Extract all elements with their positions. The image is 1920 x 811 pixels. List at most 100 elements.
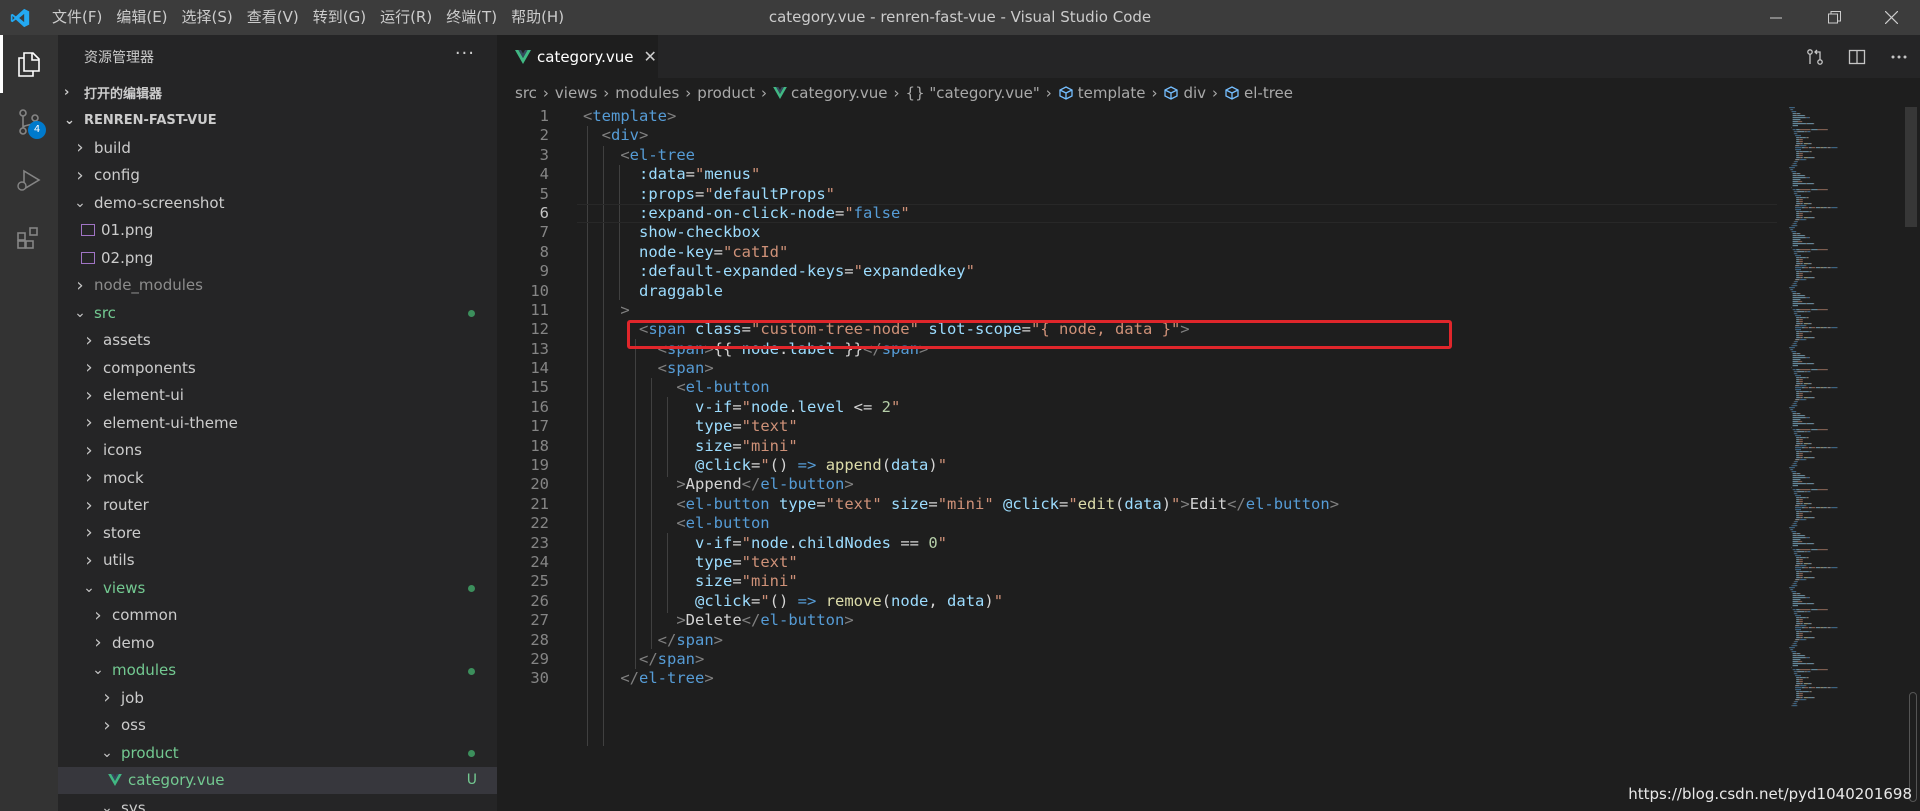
tree-item[interactable]: › job (58, 684, 497, 712)
code-line[interactable]: 9 :default-expanded-keys="expandedkey" (497, 262, 1777, 281)
chevron-right-icon: › (85, 384, 93, 406)
tree-item[interactable]: › demo (58, 629, 497, 657)
tree-item[interactable]: ⌄ src (58, 299, 497, 327)
tree-item[interactable]: › element-ui (58, 382, 497, 410)
minimap-line (1799, 197, 1803, 199)
tree-item[interactable]: › oss (58, 712, 497, 740)
tree-item[interactable]: › node_modules (58, 272, 497, 300)
tree-item[interactable]: ⌄ modules (58, 657, 497, 685)
extensions-button[interactable] (0, 209, 58, 267)
menu-item[interactable]: 终端(T) (446, 0, 497, 35)
restore-button[interactable] (1805, 0, 1863, 35)
code-line[interactable]: 22 <el-button (497, 514, 1777, 533)
code-line[interactable]: 30 </el-tree> (497, 669, 1777, 688)
breadcrumb-item[interactable]: product (697, 84, 755, 102)
line-number: 14 (530, 359, 549, 378)
code-line[interactable]: 24 type="text" (497, 553, 1777, 572)
tree-item[interactable]: ⌄ views (58, 574, 497, 602)
tree-item[interactable]: › assets (58, 327, 497, 355)
minimap-line (1796, 557, 1799, 559)
tab-category-vue[interactable]: category.vue ✕ (497, 35, 658, 78)
tree-item-label: demo-screenshot (94, 193, 225, 212)
tree-item[interactable]: › utils (58, 547, 497, 575)
tree-item[interactable]: category.vue U (58, 766, 497, 794)
code-line[interactable]: 1 <template> (497, 107, 1777, 126)
code-line[interactable]: 14 <span> (497, 359, 1777, 378)
code-line[interactable]: 3 <el-tree (497, 146, 1777, 165)
tree-item[interactable]: › store (58, 519, 497, 547)
code-line[interactable]: 7 show-checkbox (497, 223, 1777, 242)
breadcrumb-item[interactable]: template (1078, 84, 1146, 102)
code-line[interactable]: 23 v-if="node.childNodes == 0" (497, 534, 1777, 553)
minimap[interactable] (1789, 107, 1889, 707)
menu-item[interactable]: 文件(F) (52, 0, 102, 35)
tree-item[interactable]: › mock (58, 464, 497, 492)
code-line[interactable]: 25 size="mini" (497, 572, 1777, 591)
vertical-scrollbar[interactable] (1903, 107, 1917, 811)
source-control-button[interactable]: 4 (0, 93, 58, 151)
close-tab-icon[interactable]: ✕ (644, 47, 657, 66)
more-actions-icon[interactable]: ··· (455, 43, 475, 64)
minimap-line (1826, 447, 1828, 449)
breadcrumb-separator-icon: › (761, 83, 767, 102)
menu-item[interactable]: 选择(S) (182, 0, 233, 35)
more-actions-button[interactable] (1878, 35, 1920, 78)
breadcrumb-item[interactable]: el-tree (1244, 84, 1293, 102)
tree-item[interactable]: › element-ui-theme (58, 409, 497, 437)
menu-item[interactable]: 运行(R) (380, 0, 432, 35)
split-editor-button[interactable] (1836, 35, 1878, 78)
code-line[interactable]: 4 :data="menus" (497, 165, 1777, 184)
menu-item[interactable]: 转到(G) (313, 0, 366, 35)
open-changes-button[interactable] (1794, 35, 1836, 78)
minimap-line (1789, 467, 1795, 469)
code-line[interactable]: 26 @click="() => remove(node, data)" (497, 592, 1777, 611)
breadcrumb-item[interactable]: src (515, 84, 537, 102)
breadcrumb-item[interactable]: views (555, 84, 597, 102)
code-line[interactable]: 17 type="text" (497, 417, 1777, 436)
tree-item[interactable]: ⌄ product (58, 739, 497, 767)
tree-item[interactable]: › icons (58, 437, 497, 465)
code-line[interactable]: 10 draggable (497, 282, 1777, 301)
menu-item[interactable]: 帮助(H) (511, 0, 564, 35)
breadcrumb-item[interactable]: category.vue (791, 84, 888, 102)
tree-item[interactable]: ⌄ demo-screenshot (58, 189, 497, 217)
code-line[interactable]: 15 <el-button (497, 378, 1777, 397)
tree-item[interactable]: › common (58, 602, 497, 630)
code-line[interactable]: 16 v-if="node.level <= 2" (497, 398, 1777, 417)
close-window-button[interactable] (1862, 0, 1920, 35)
tree-item[interactable]: 01.png (58, 217, 497, 245)
code-line[interactable]: 19 @click="() => append(data)" (497, 456, 1777, 475)
tree-item[interactable]: › build (58, 134, 497, 162)
tree-item[interactable]: › config (58, 162, 497, 190)
tree-item[interactable]: › components (58, 354, 497, 382)
code-line[interactable]: 28 </span> (497, 631, 1777, 650)
minimize-button[interactable] (1747, 0, 1805, 35)
code-line[interactable]: 20 >Append</el-button> (497, 475, 1777, 494)
project-section[interactable]: ⌄ RENREN-FAST-VUE (58, 106, 497, 134)
minimap-line (1807, 677, 1809, 679)
breadcrumb-item[interactable]: {} "category.vue" (906, 84, 1040, 102)
tree-item[interactable]: ⌄ sys (58, 794, 497, 811)
breadcrumb-item[interactable]: div (1183, 84, 1206, 102)
run-debug-button[interactable] (0, 151, 58, 209)
code-line[interactable]: 18 size="mini" (497, 437, 1777, 456)
minimap-line (1796, 137, 1799, 139)
open-editors-section[interactable]: › 打开的编辑器 (58, 78, 497, 106)
tree-item[interactable]: 02.png (58, 244, 497, 272)
minimap-line (1796, 501, 1799, 503)
scroll-thumb[interactable] (1905, 107, 1917, 227)
menu-item[interactable]: 查看(V) (247, 0, 299, 35)
code-line[interactable]: 27 >Delete</el-button> (497, 611, 1777, 630)
code-line[interactable]: 11 > (497, 301, 1777, 320)
code-editor[interactable]: 1 <template> 2 <div> 3 <el-tree 4 :data="men… (497, 107, 1777, 811)
tree-item[interactable]: › router (58, 492, 497, 520)
code-line[interactable]: 21 <el-button type="text" size="mini" @c… (497, 495, 1777, 514)
breadcrumb-item[interactable]: modules (615, 84, 679, 102)
menu-item[interactable]: 编辑(E) (116, 0, 167, 35)
explorer-button[interactable] (0, 35, 58, 93)
code-line[interactable]: 29 </span> (497, 650, 1777, 669)
code-line[interactable]: 6 :expand-on-click-node="false" (497, 203, 1777, 224)
code-line[interactable]: 5 :props="defaultProps" (497, 185, 1777, 204)
code-line[interactable]: 8 node-key="catId" (497, 243, 1777, 262)
code-line[interactable]: 2 <div> (497, 126, 1777, 145)
